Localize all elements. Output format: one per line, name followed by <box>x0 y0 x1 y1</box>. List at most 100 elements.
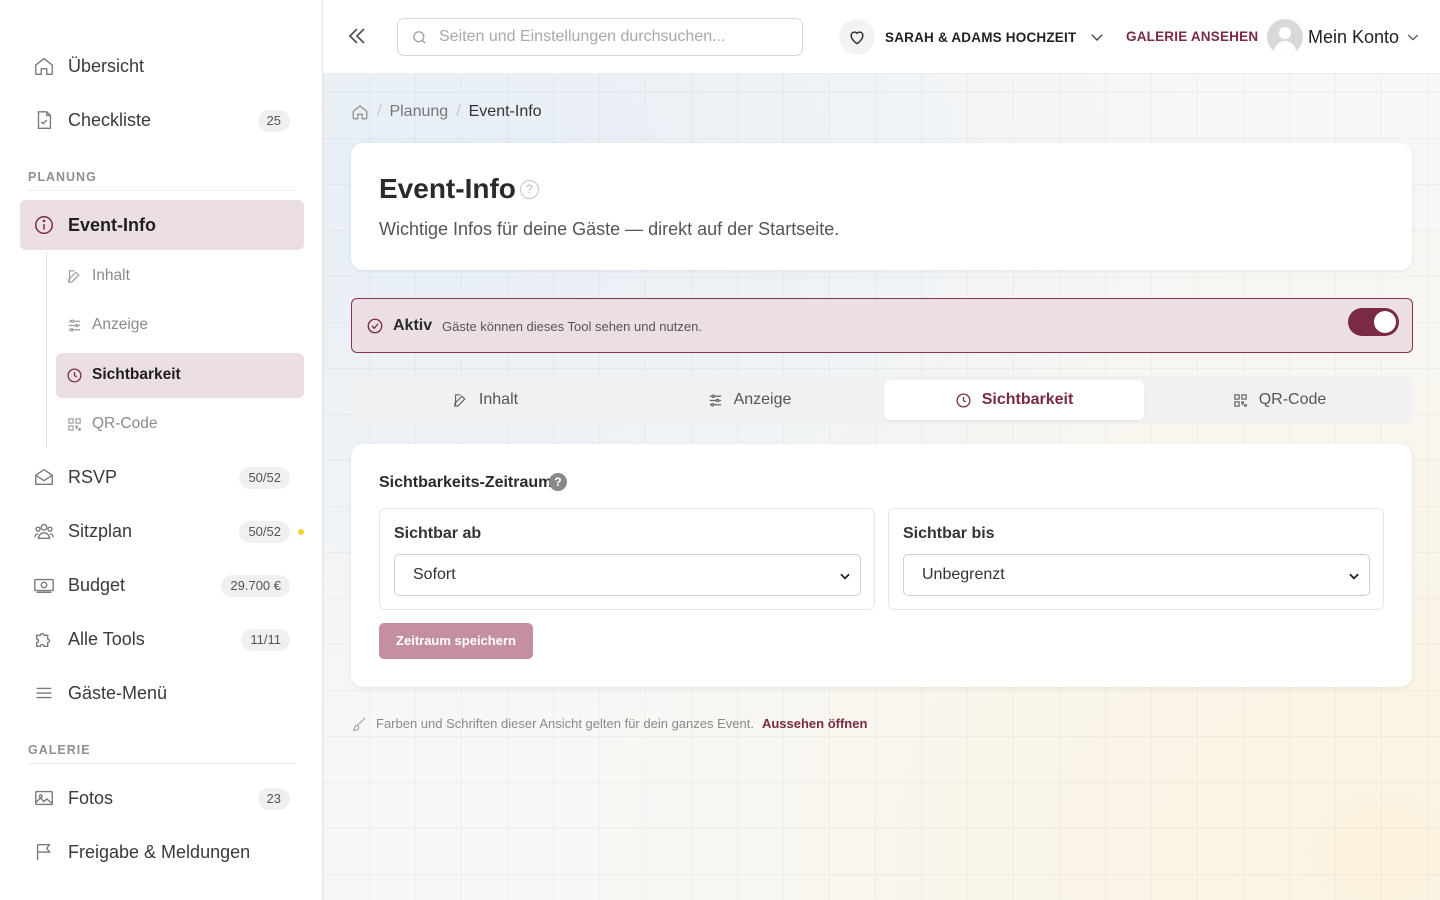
visible-from-select[interactable]: Sofort <box>394 554 861 596</box>
sidebar-item-label: Fotos <box>68 787 114 808</box>
breadcrumb-separator: / <box>456 103 461 120</box>
section-label-planning: PLANUNG <box>28 170 97 184</box>
tab-label: Inhalt <box>478 391 519 408</box>
search-input[interactable]: Seiten und Einstellungen durchsuchen... <box>397 18 803 56</box>
sidebar-item-label: Event-Info <box>68 214 156 235</box>
sliders-icon <box>66 317 83 334</box>
tab-visibility[interactable]: Sichtbarkeit <box>884 380 1144 420</box>
tab-display[interactable]: Anzeige <box>619 380 879 420</box>
sidebar-item-budget[interactable]: Budget 29.700 € <box>20 560 304 610</box>
count-badge: 50/52 <box>239 467 290 489</box>
sidebar-item-sharing[interactable]: Freigabe & Meldungen <box>20 827 304 877</box>
status-label: Aktiv <box>393 317 433 334</box>
event-name: SARAH & ADAMS HOCHZEIT <box>885 29 1077 45</box>
section-label-gallery: GALERIE <box>28 743 91 757</box>
sidebar-item-label: Gäste-Menü <box>68 682 168 703</box>
topbar: Seiten und Einstellungen durchsuchen... … <box>323 0 1440 74</box>
envelope-icon <box>33 466 55 488</box>
tool-status-bar: Aktiv Gäste können dieses Tool sehen und… <box>351 298 1413 353</box>
flag-icon <box>33 841 55 863</box>
tab-qr-code[interactable]: QR-Code <box>1149 380 1409 420</box>
chevron-down-icon <box>1347 569 1361 583</box>
divider <box>28 190 296 191</box>
select-value: Unbegrenzt <box>922 566 1005 583</box>
sidebar-item-event-info[interactable]: Event-Info <box>20 200 304 250</box>
qr-icon <box>1232 392 1249 409</box>
sidebar-subitem-label: Inhalt <box>92 267 130 284</box>
appearance-hint: Farben und Schriften dieser Ansicht gelt… <box>351 714 867 732</box>
sidebar-subitem-label: Sichtbarkeit <box>92 366 181 383</box>
sidebar-item-label: Freigabe & Meldungen <box>68 841 251 862</box>
breadcrumb: / Planung / Event-Info <box>351 102 542 122</box>
toggle-knob <box>1374 311 1396 333</box>
qr-icon <box>66 416 83 433</box>
active-toggle[interactable] <box>1348 308 1399 336</box>
event-selector[interactable]: SARAH & ADAMS HOCHZEIT <box>839 18 1106 56</box>
page-header-card: Event-Info ? Wichtige Infos für deine Gä… <box>351 143 1412 270</box>
home-icon <box>33 55 55 77</box>
select-value: Sofort <box>413 566 456 583</box>
visibility-title: Sichtbarkeits-Zeitraum <box>379 474 553 491</box>
clock-icon <box>66 367 83 384</box>
visible-from-label: Sichtbar ab <box>394 525 482 542</box>
sidebar-subitem-display[interactable]: Anzeige <box>56 303 304 348</box>
check-circle-icon <box>366 317 384 335</box>
breadcrumb-current: Event-Info <box>468 103 542 120</box>
account-menu[interactable]: Mein Konto <box>1267 18 1421 56</box>
checklist-icon <box>33 109 55 131</box>
tab-content[interactable]: Inhalt <box>355 380 615 420</box>
help-icon[interactable]: ? <box>549 473 567 491</box>
tab-label: QR-Code <box>1258 391 1327 408</box>
status-description: Gäste können dieses Tool sehen und nutze… <box>442 319 702 334</box>
divider <box>28 763 296 764</box>
notification-dot <box>298 529 304 535</box>
sidebar-subitem-label: QR-Code <box>92 415 158 432</box>
chevron-down-icon <box>1405 29 1421 45</box>
avatar <box>1267 19 1303 55</box>
image-icon <box>33 787 55 809</box>
chevron-down-icon <box>1088 28 1106 46</box>
save-period-button[interactable]: Zeitraum speichern <box>379 623 533 659</box>
search-icon <box>411 29 428 46</box>
sidebar: Übersicht Checkliste 25 PLANUNG Event-In… <box>0 0 323 900</box>
sidebar-subitem-qr[interactable]: QR-Code <box>56 402 304 447</box>
info-icon <box>33 214 55 236</box>
page-title: Event-Info <box>379 173 516 204</box>
sidebar-item-label: Übersicht <box>68 55 145 76</box>
heart-icon <box>839 19 875 55</box>
edit-icon <box>66 268 83 285</box>
appearance-hint-text: Farben und Schriften dieser Ansicht gelt… <box>376 715 754 731</box>
menu-icon <box>33 682 55 704</box>
open-appearance-link[interactable]: Aussehen öffnen <box>762 716 867 731</box>
sidebar-item-checklist[interactable]: Checkliste 25 <box>20 95 304 145</box>
breadcrumb-planning[interactable]: Planung <box>389 103 448 121</box>
people-icon <box>33 520 55 542</box>
search-placeholder: Seiten und Einstellungen durchsuchen... <box>439 28 726 45</box>
home-icon[interactable] <box>351 103 369 121</box>
count-badge-text: 50/52 <box>248 524 281 539</box>
sidebar-item-rsvp[interactable]: RSVP 50/52 <box>20 452 304 502</box>
visible-until-label: Sichtbar bis <box>903 525 995 542</box>
sidebar-item-seating[interactable]: Sitzplan 50/52 <box>20 506 304 556</box>
help-icon[interactable]: ? <box>520 180 539 199</box>
sidebar-item-label: Sitzplan <box>68 520 133 541</box>
submenu-rail <box>46 252 47 448</box>
visible-until-select[interactable]: Unbegrenzt <box>903 554 1370 596</box>
visibility-card: Sichtbarkeits-Zeitraum ? Sichtbar ab Sof… <box>351 444 1412 687</box>
sidebar-item-guest-menu[interactable]: Gäste-Menü <box>20 668 304 718</box>
sidebar-item-label: RSVP <box>68 466 118 487</box>
sliders-icon <box>707 392 724 409</box>
brush-icon <box>351 715 368 732</box>
sidebar-item-label: Checkliste <box>68 109 152 130</box>
sidebar-subitem-content[interactable]: Inhalt <box>56 254 304 299</box>
view-gallery-link[interactable]: GALERIE ANSEHEN <box>1126 29 1258 44</box>
edit-icon <box>452 392 469 409</box>
sidebar-item-overview[interactable]: Übersicht <box>20 41 304 91</box>
sidebar-subitem-visibility[interactable]: Sichtbarkeit <box>56 353 304 398</box>
sidebar-item-all-tools[interactable]: Alle Tools 11/11 <box>20 614 304 664</box>
collapse-sidebar-icon[interactable] <box>345 24 369 48</box>
clock-icon <box>955 392 972 409</box>
sidebar-item-photos[interactable]: Fotos 23 <box>20 773 304 823</box>
tab-label: Sichtbarkeit <box>981 391 1074 408</box>
count-badge: 23 <box>257 788 290 810</box>
